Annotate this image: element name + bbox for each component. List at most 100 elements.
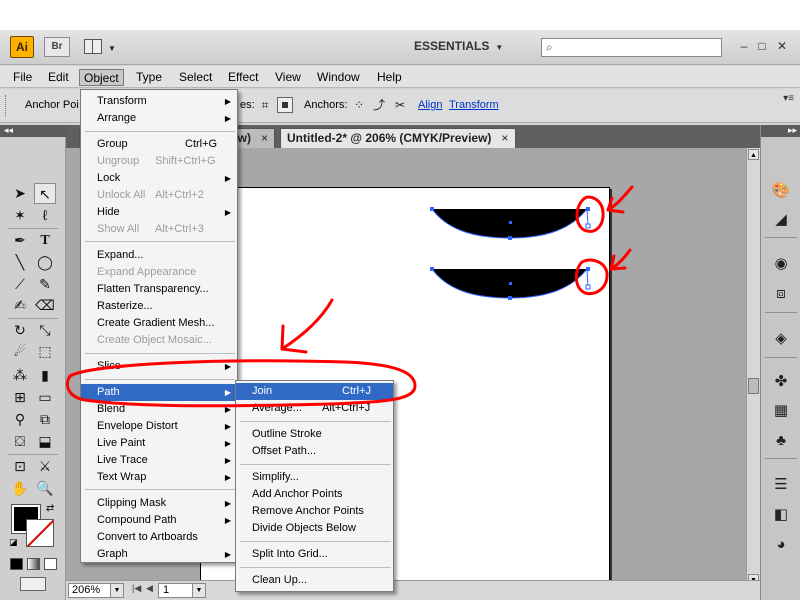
menu-type[interactable]: Type (132, 69, 166, 86)
anchor-cut-icon[interactable]: ✂ (391, 96, 409, 114)
chevron-down-icon[interactable]: ▼ (110, 584, 123, 597)
anchor-smooth-icon[interactable]: ⤴ (370, 96, 388, 114)
path-menu-item-outline-stroke[interactable]: Outline Stroke (236, 426, 393, 443)
object-menu-item-lock[interactable]: Lock ▶ (81, 170, 237, 187)
object-menu-item-rasterize[interactable]: Rasterize... (81, 298, 237, 315)
workspace-switcher[interactable]: ESSENTIALS ▼ (414, 39, 528, 57)
transform-link[interactable]: Transform (449, 99, 499, 111)
rotate-tool-icon[interactable]: ↻ (9, 320, 31, 341)
magic-wand-tool-icon[interactable]: ✶ (9, 205, 31, 226)
object-menu-item-path[interactable]: Path ▶ (81, 384, 237, 401)
ellipse-tool-icon[interactable]: ◯ (34, 252, 56, 273)
color-mode-icon[interactable] (10, 558, 23, 570)
help-search-input[interactable] (562, 40, 717, 55)
screen-mode-icon[interactable] (20, 577, 46, 591)
stroke-panel-icon[interactable]: ☰ (769, 474, 793, 496)
graphic-styles-panel-icon[interactable]: ⧈ (769, 283, 793, 305)
object-menu-item-transform[interactable]: Transform ▶ (81, 93, 237, 110)
path-menu-item-simplify[interactable]: Simplify... (236, 469, 393, 486)
object-menu-item-clipping-mask[interactable]: Clipping Mask ▶ (81, 495, 237, 512)
selection-tool-icon[interactable]: ➤ (9, 183, 31, 204)
object-menu-item-ungroup[interactable]: Ungroup Shift+Ctrl+G (81, 153, 237, 170)
path-menu-item-average[interactable]: Average... Alt+Ctrl+J (236, 400, 393, 417)
anchor-corner-icon[interactable]: ⁘ (350, 96, 368, 114)
transparency-panel-icon[interactable]: ◕ (769, 534, 793, 556)
gradient-tool-icon[interactable]: ▭ (34, 387, 56, 408)
path-menu-item-divide-objects-below[interactable]: Divide Objects Below (236, 520, 393, 537)
zoom-level-field[interactable]: 206% ▼ (68, 583, 124, 598)
stroke-color-swatch[interactable] (26, 519, 54, 547)
menu-effect[interactable]: Effect (224, 69, 262, 86)
appearance-panel-icon[interactable]: ◉ (769, 253, 793, 275)
object-menu-item-slice[interactable]: Slice ▶ (81, 358, 237, 375)
panel-dock-expand-icon[interactable]: ▸▸ (761, 125, 800, 137)
free-transform-tool-icon[interactable]: ⬚ (34, 341, 56, 362)
bridge-button[interactable]: Br (44, 37, 70, 57)
object-menu-item-create-gradient-mesh[interactable]: Create Gradient Mesh... (81, 315, 237, 332)
object-menu-item-expand-appearance[interactable]: Expand Appearance (81, 264, 237, 281)
path-menu-item-offset-path[interactable]: Offset Path... (236, 443, 393, 460)
brushes-panel-icon[interactable]: ✤ (769, 371, 793, 393)
pen-tool-icon[interactable]: ✒ (9, 230, 31, 251)
object-menu-item-expand[interactable]: Expand... (81, 247, 237, 264)
scroll-thumb[interactable] (748, 378, 759, 394)
mesh-tool-icon[interactable]: ⊞ (9, 387, 31, 408)
live-paint-selection-tool-icon[interactable]: ⬓ (34, 431, 56, 452)
column-graph-tool-icon[interactable]: ▮ (34, 365, 56, 386)
menu-edit[interactable]: Edit (44, 69, 73, 86)
close-icon[interactable]: × (261, 131, 268, 145)
path-menu-item-clean-up[interactable]: Clean Up... (236, 572, 393, 589)
line-tool-icon[interactable]: ╲ (9, 252, 31, 273)
slice-tool-icon[interactable]: ⚔ (34, 456, 56, 477)
help-search-box[interactable]: ⌕ (541, 38, 722, 57)
object-menu-item-arrange[interactable]: Arrange ▶ (81, 110, 237, 127)
path-menu-item-split-into-grid[interactable]: Split Into Grid... (236, 546, 393, 563)
symbol-sprayer-tool-icon[interactable]: ⁂ (9, 365, 31, 386)
live-paint-bucket-tool-icon[interactable]: ⛋ (9, 431, 31, 452)
vertical-scrollbar[interactable]: ▲ ▼ (746, 148, 760, 588)
hide-handles-icon[interactable] (277, 97, 293, 113)
blend-tool-icon[interactable]: ⧉ (34, 409, 56, 430)
menu-view[interactable]: View (271, 69, 305, 86)
paintbrush-tool-icon[interactable]: ⟋ (9, 274, 31, 295)
menu-object[interactable]: Object (79, 69, 124, 86)
swap-fill-stroke-icon[interactable]: ⇄ (46, 503, 54, 514)
default-fill-stroke-icon[interactable]: ◪ (9, 537, 18, 548)
object-menu-item-hide[interactable]: Hide ▶ (81, 204, 237, 221)
blob-brush-tool-icon[interactable]: ✍ (9, 295, 31, 316)
minimize-button[interactable]: – (737, 39, 751, 53)
scale-tool-icon[interactable]: ⤡ (34, 320, 56, 341)
restore-button[interactable]: □ (755, 39, 769, 53)
close-icon[interactable]: × (501, 131, 508, 145)
object-menu-item-flatten-transparency[interactable]: Flatten Transparency... (81, 281, 237, 298)
hand-tool-icon[interactable]: ✋ (9, 478, 31, 499)
object-menu-item-live-trace[interactable]: Live Trace ▶ (81, 452, 237, 469)
close-button[interactable]: ✕ (775, 39, 789, 53)
control-bar-menu-icon[interactable]: ▾≡ (783, 93, 794, 104)
color-panel-icon[interactable]: 🎨 (769, 180, 793, 202)
eraser-tool-icon[interactable]: ⌫ (34, 295, 56, 316)
object-menu-item-group[interactable]: Group Ctrl+G (81, 136, 237, 153)
type-tool-icon[interactable]: T (34, 230, 56, 251)
artboard-number-field[interactable]: 1 ▼ (158, 583, 206, 598)
object-menu-item-text-wrap[interactable]: Text Wrap ▶ (81, 469, 237, 486)
control-bar-grip[interactable] (5, 95, 9, 117)
eyedropper-tool-icon[interactable]: ⚲ (9, 409, 31, 430)
show-handles-icon[interactable]: ⌗ (256, 96, 274, 114)
warp-tool-icon[interactable]: ☄ (9, 341, 31, 362)
object-menu-item-live-paint[interactable]: Live Paint ▶ (81, 435, 237, 452)
chevron-down-icon[interactable]: ▼ (192, 584, 205, 597)
symbols-panel-icon[interactable]: ♣ (769, 430, 793, 452)
first-artboard-icon[interactable]: |◀ (132, 583, 141, 594)
none-mode-icon[interactable] (44, 558, 57, 570)
lasso-tool-icon[interactable]: ℓ (34, 205, 56, 226)
object-menu-item-envelope-distort[interactable]: Envelope Distort ▶ (81, 418, 237, 435)
scroll-up-icon[interactable]: ▲ (748, 149, 759, 160)
object-menu-item-compound-path[interactable]: Compound Path ▶ (81, 512, 237, 529)
layers-panel-icon[interactable]: ◈ (769, 328, 793, 350)
menu-select[interactable]: Select (175, 69, 216, 86)
menu-help[interactable]: Help (373, 69, 406, 86)
direct-selection-tool-icon[interactable]: ↖ (34, 183, 56, 204)
path-menu-item-add-anchor-points[interactable]: Add Anchor Points (236, 486, 393, 503)
object-menu-item-graph[interactable]: Graph ▶ (81, 546, 237, 563)
